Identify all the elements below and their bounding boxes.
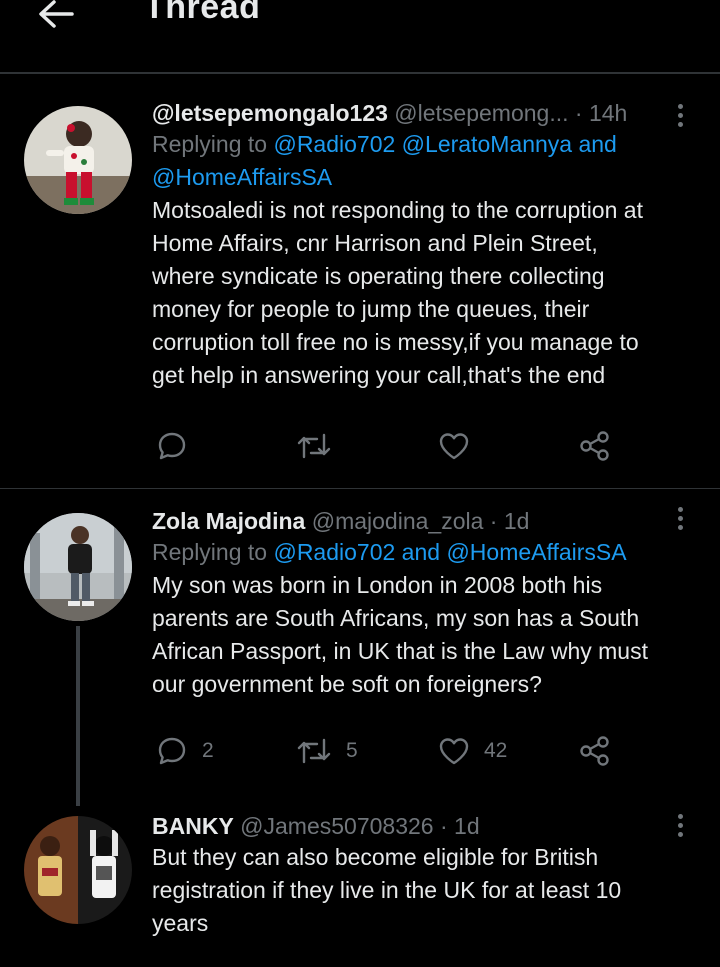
timestamp[interactable]: · 1d: [440, 813, 480, 839]
reply-mentions[interactable]: @Radio702 @LeratoMannya and: [273, 131, 616, 157]
reply-mention-homeaffairs[interactable]: @HomeAffairsSA: [152, 164, 332, 190]
retweet-icon: [297, 738, 331, 764]
tweet-text-line: My son was born in London in 2008 both h…: [152, 572, 603, 598]
like-button[interactable]: [438, 426, 470, 466]
timestamp[interactable]: · 1d: [490, 508, 530, 534]
share-icon: [580, 431, 609, 461]
display-name[interactable]: BANKY: [152, 813, 234, 839]
header: Thread: [0, 0, 720, 70]
handle[interactable]: @James50708326: [240, 813, 433, 839]
reply-button[interactable]: [156, 426, 188, 466]
back-arrow-icon[interactable]: [36, 0, 76, 30]
reply-context: Replying to @Radio702 @LeratoMannya and …: [152, 128, 700, 194]
avatar[interactable]: [24, 106, 132, 214]
tweet-text-line: registration if they live in the UK for …: [152, 877, 622, 903]
tweet-2[interactable]: Zola Majodina @majodina_zola · 1d Replyi…: [0, 489, 720, 799]
tweet-text-line: parents are South Africans, my son has a…: [152, 605, 640, 631]
display-name[interactable]: Zola Majodina: [152, 508, 305, 534]
share-button[interactable]: [578, 731, 612, 771]
tweet-meta: @letsepemongalo123 @letsepemong... · 14h: [152, 98, 700, 128]
reply-prefix: Replying to: [152, 539, 268, 565]
page-title: Thread: [144, 0, 261, 26]
tweet-text-line: money for people to jump the queues, the…: [152, 296, 590, 322]
tweet-text-line: years: [152, 910, 209, 936]
tweet-text-line: African Passport, in UK that is the Law …: [152, 638, 648, 664]
tweet-1[interactable]: @letsepemongalo123 @letsepemong... · 14h…: [0, 74, 720, 488]
handle[interactable]: @letsepemong...: [394, 100, 568, 126]
tweet-meta: Zola Majodina @majodina_zola · 1d: [152, 506, 700, 536]
timestamp[interactable]: · 14h: [575, 100, 627, 126]
reply-button[interactable]: 2: [156, 731, 214, 771]
like-button[interactable]: 42: [438, 731, 507, 771]
tweet-text-line: Motsoaledi is not responding to the corr…: [152, 197, 643, 223]
tweet-text: My son was born in London in 2008 both h…: [152, 569, 700, 701]
tweet-text: But they can also become eligible for Br…: [152, 841, 700, 940]
handle[interactable]: @majodina_zola: [312, 508, 484, 534]
retweet-button[interactable]: [296, 426, 332, 466]
reply-context: Replying to @Radio702 and @HomeAffairsSA: [152, 536, 700, 569]
tweet-meta: BANKY @James50708326 · 1d: [152, 811, 700, 841]
tweet-text-line: corruption toll free no is messy,if you …: [152, 329, 639, 355]
retweet-button[interactable]: 5: [296, 731, 358, 771]
heart-icon: [439, 738, 469, 765]
display-name[interactable]: @letsepemongalo123: [152, 100, 388, 126]
reply-count: 2: [202, 739, 214, 762]
retweet-icon: [297, 433, 331, 459]
avatar[interactable]: [24, 816, 132, 924]
share-icon: [580, 736, 609, 766]
tweet-text-line: get help in answering your call,that's t…: [152, 362, 606, 388]
like-count: 42: [484, 739, 508, 762]
tweet-text-line: Home Affairs, cnr Harrison and Plein Str…: [152, 230, 598, 256]
share-button[interactable]: [578, 426, 612, 466]
tweet-text-line: But they can also become eligible for Br…: [152, 844, 599, 870]
tweet-text: Motsoaledi is not responding to the corr…: [152, 194, 700, 392]
tweet-3[interactable]: BANKY @James50708326 · 1d But they can a…: [0, 800, 720, 967]
avatar[interactable]: [24, 513, 132, 621]
heart-icon: [439, 433, 469, 460]
reply-prefix: Replying to: [152, 131, 268, 157]
reply-icon: [158, 432, 186, 460]
reply-mentions[interactable]: @Radio702 and @HomeAffairsSA: [273, 539, 626, 565]
tweet-text-line: our government be soft on foreigners?: [152, 671, 542, 697]
tweet-actions: [152, 426, 672, 466]
tweet-text-line: where syndicate is operating there colle…: [152, 263, 605, 289]
tweet-actions: 2 5 42: [152, 731, 672, 771]
retweet-count: 5: [346, 739, 358, 762]
reply-icon: [158, 737, 186, 765]
